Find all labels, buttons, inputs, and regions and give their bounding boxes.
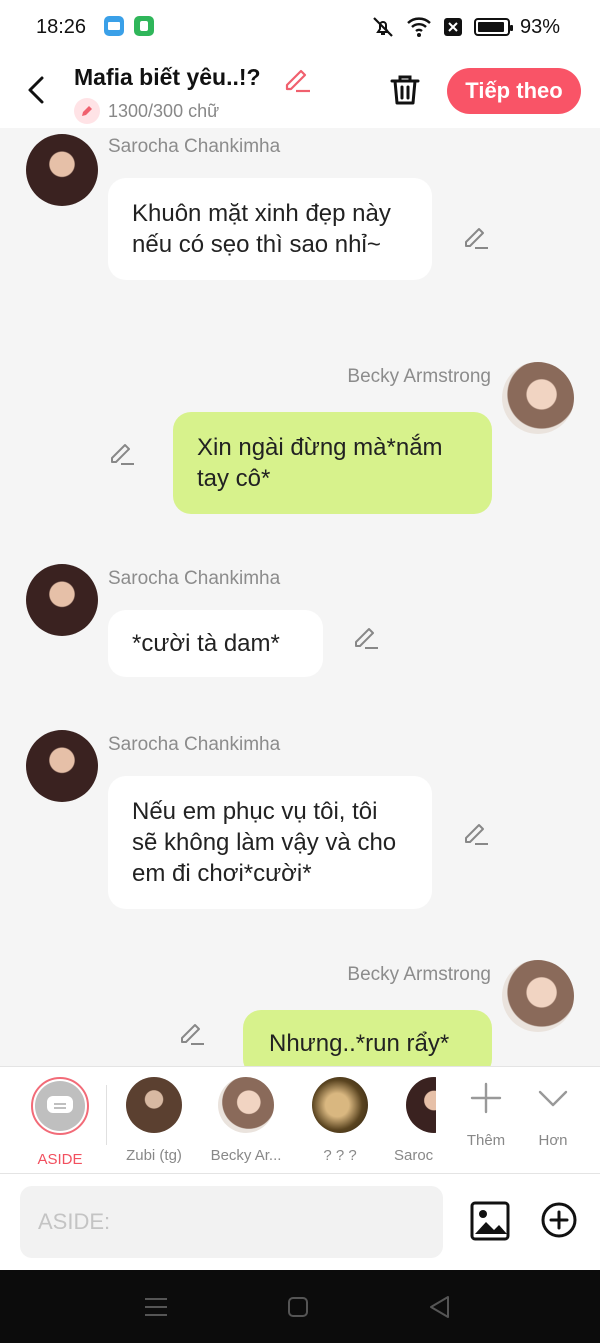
pencil-badge-icon bbox=[74, 98, 100, 124]
mute-icon bbox=[373, 17, 393, 37]
battery-icon bbox=[473, 18, 513, 36]
aside-avatar bbox=[31, 1077, 89, 1135]
edit-message-icon[interactable] bbox=[108, 438, 136, 466]
chat-area[interactable]: Sarocha Chankimha Khuôn mặt xinh đẹp này… bbox=[0, 128, 600, 1066]
character-zubi[interactable]: Zubi (tg) bbox=[114, 1077, 194, 1164]
sender-name: Becky Armstrong bbox=[347, 366, 491, 387]
delete-button[interactable] bbox=[386, 70, 424, 110]
menu-icon[interactable] bbox=[142, 1294, 170, 1320]
image-icon bbox=[470, 1201, 510, 1241]
character-selector: ASIDE Zubi (tg) Becky Ar... ? ? ? Saroc … bbox=[0, 1066, 600, 1174]
novel-toon-app-icon bbox=[104, 16, 124, 36]
divider bbox=[106, 1085, 107, 1145]
input-row bbox=[0, 1174, 600, 1270]
pencil-icon bbox=[285, 69, 310, 93]
character-name: Saroc bbox=[394, 1147, 434, 1164]
shield-app-icon bbox=[134, 16, 154, 36]
sender-name: Becky Armstrong bbox=[347, 964, 491, 985]
edit-message-icon[interactable] bbox=[178, 1018, 206, 1046]
system-nav-bar bbox=[0, 1270, 600, 1343]
status-icons: 93% bbox=[370, 14, 560, 40]
edit-message-icon[interactable] bbox=[462, 818, 490, 846]
character-becky[interactable]: Becky Ar... bbox=[206, 1077, 286, 1164]
avatar bbox=[312, 1077, 368, 1133]
avatar-becky[interactable] bbox=[502, 960, 574, 1032]
message-bubble[interactable]: *cười tà dam* bbox=[108, 610, 323, 677]
home-icon[interactable] bbox=[284, 1294, 312, 1320]
sender-name: Sarocha Chankimha bbox=[108, 136, 281, 157]
status-time: 18:26 bbox=[36, 16, 87, 38]
sender-name: Sarocha Chankimha bbox=[108, 734, 281, 755]
battery-percent: 93% bbox=[519, 15, 560, 38]
add-button[interactable] bbox=[540, 1201, 578, 1239]
word-count: 1300/300 chữ bbox=[74, 98, 219, 124]
story-title[interactable]: Mafia biết yêu..!? bbox=[74, 64, 261, 91]
character-sarocha[interactable]: Saroc bbox=[394, 1077, 436, 1164]
plus-icon bbox=[470, 1082, 502, 1114]
message-bubble[interactable]: Khuôn mặt xinh đẹp này nếu có sẹo thì sa… bbox=[108, 178, 432, 280]
back-button[interactable] bbox=[20, 70, 56, 110]
chevron-down-icon bbox=[538, 1090, 568, 1107]
avatar bbox=[218, 1077, 274, 1133]
avatar-sarocha[interactable] bbox=[26, 730, 98, 802]
less-label: Hơn bbox=[538, 1132, 568, 1149]
character-name: ? ? ? bbox=[323, 1147, 357, 1164]
message-bubble[interactable]: Xin ngài đừng mà*nắm tay cô* bbox=[173, 412, 492, 514]
collapse-button[interactable]: Hơn bbox=[525, 1081, 581, 1149]
character-name: Zubi (tg) bbox=[126, 1147, 182, 1164]
character-aside[interactable]: ASIDE bbox=[20, 1077, 100, 1168]
sender-name: Sarocha Chankimha bbox=[108, 568, 281, 589]
avatar-sarocha[interactable] bbox=[26, 564, 98, 636]
avatar-becky[interactable] bbox=[502, 362, 574, 434]
sim-off-icon bbox=[443, 18, 462, 36]
word-count-text: 1300/300 chữ bbox=[108, 100, 220, 121]
message-input[interactable] bbox=[20, 1186, 443, 1258]
character-name: ASIDE bbox=[37, 1151, 83, 1168]
status-bar: 18:26 93% bbox=[0, 0, 600, 54]
editor-header: Mafia biết yêu..!? 1300/300 chữ Tiếp the… bbox=[0, 54, 600, 128]
character-unknown[interactable]: ? ? ? bbox=[300, 1077, 380, 1164]
chevron-left-icon bbox=[28, 76, 44, 104]
back-triangle-icon[interactable] bbox=[426, 1294, 454, 1320]
more-label: Thêm bbox=[466, 1132, 506, 1149]
edit-message-icon[interactable] bbox=[352, 622, 380, 650]
avatar-sarocha[interactable] bbox=[26, 134, 98, 206]
insert-image-button[interactable] bbox=[470, 1201, 510, 1241]
add-character-button[interactable]: Thêm bbox=[458, 1081, 514, 1149]
avatar bbox=[126, 1077, 182, 1133]
wifi-icon bbox=[407, 17, 431, 37]
next-button[interactable]: Tiếp theo bbox=[447, 68, 581, 114]
edit-message-icon[interactable] bbox=[462, 222, 490, 250]
message-bubble[interactable]: Nếu em phục vụ tôi, tôi sẽ không làm vậy… bbox=[108, 776, 432, 909]
plus-circle-icon bbox=[541, 1202, 577, 1238]
trash-icon bbox=[390, 75, 420, 105]
message-bubble[interactable]: Nhưng..*run rẩy* bbox=[243, 1010, 492, 1066]
character-name: Becky Ar... bbox=[210, 1147, 282, 1164]
edit-title-button[interactable] bbox=[282, 64, 312, 94]
speech-bubble-icon bbox=[47, 1096, 73, 1113]
avatar bbox=[406, 1077, 436, 1133]
